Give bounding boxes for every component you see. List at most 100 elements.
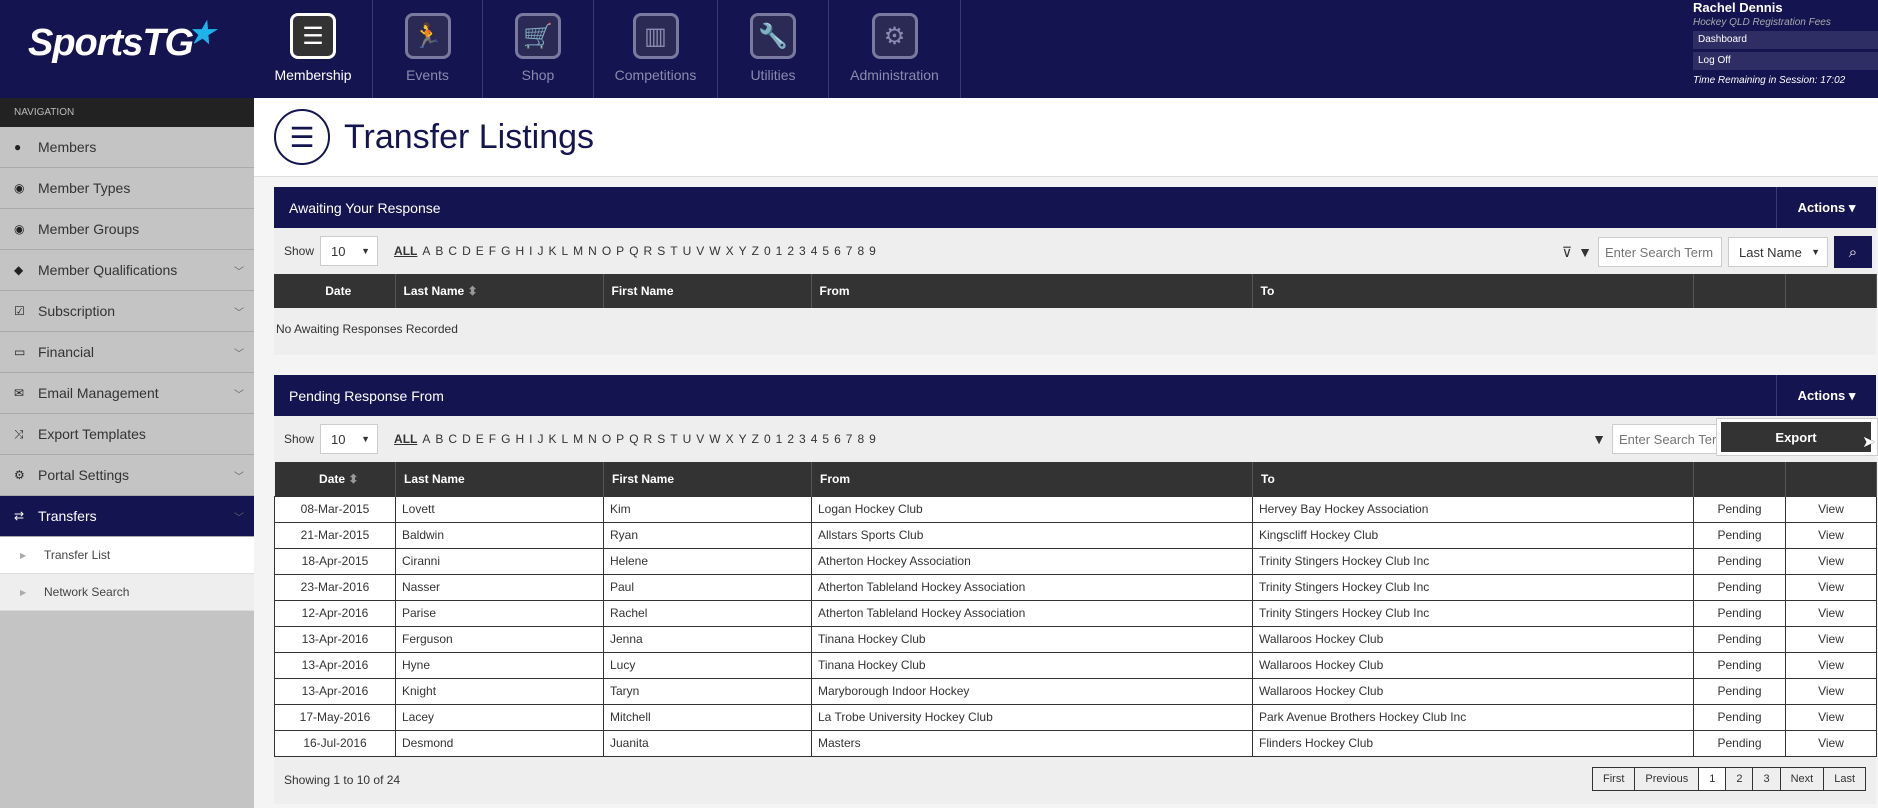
sidebar-item-transfers[interactable]: ⇄ Transfers ﹀: [0, 496, 254, 537]
letter-filter-item[interactable]: 0: [764, 432, 771, 446]
letter-filter-item[interactable]: P: [616, 432, 624, 446]
letter-filter-item[interactable]: V: [696, 432, 704, 446]
actions-button[interactable]: Actions ▾: [1776, 375, 1876, 416]
letter-filter-item[interactable]: H: [515, 244, 524, 258]
letter-filter-item[interactable]: 9: [869, 244, 876, 258]
filter-icon[interactable]: ▼: [1578, 244, 1592, 260]
letter-filter-item[interactable]: Q: [629, 244, 638, 258]
letter-filter-item[interactable]: D: [462, 432, 471, 446]
sidebar-subitem-network-search[interactable]: ▶ Network Search: [0, 574, 254, 611]
letter-filter-item[interactable]: H: [515, 432, 524, 446]
module-administration[interactable]: ⚙ Administration: [829, 0, 961, 98]
view-link[interactable]: View: [1785, 495, 1877, 523]
letter-filter-item[interactable]: 2: [787, 244, 794, 258]
module-membership[interactable]: ☰ Membership: [254, 0, 373, 98]
letter-filter-item[interactable]: S: [657, 244, 665, 258]
letter-filter-item[interactable]: N: [588, 244, 597, 258]
letter-filter-item[interactable]: 6: [834, 244, 841, 258]
letter-filter-item[interactable]: C: [448, 432, 457, 446]
letter-filter-item[interactable]: 2: [787, 432, 794, 446]
pager-2[interactable]: 2: [1726, 767, 1754, 790]
letter-filter-item[interactable]: R: [644, 244, 653, 258]
search-button[interactable]: ⌕: [1834, 236, 1872, 268]
pager-previous[interactable]: Previous: [1635, 767, 1700, 790]
letter-filter-item[interactable]: 3: [799, 432, 806, 446]
letter-filter-item[interactable]: 7: [846, 432, 853, 446]
letter-filter-item[interactable]: X: [726, 432, 734, 446]
pager-first[interactable]: First: [1593, 767, 1636, 790]
view-link[interactable]: View: [1785, 651, 1877, 679]
column-header[interactable]: Date ⬍: [274, 462, 396, 496]
letter-filter-item[interactable]: 8: [857, 432, 864, 446]
letter-filter-item[interactable]: B: [435, 244, 443, 258]
letter-filter-item[interactable]: 6: [834, 432, 841, 446]
letter-filter-item[interactable]: J: [537, 432, 543, 446]
letter-filter-item[interactable]: Q: [629, 432, 638, 446]
column-header[interactable]: Last Name: [395, 462, 604, 496]
letter-filter-item[interactable]: 5: [822, 432, 829, 446]
letter-filter-item[interactable]: 4: [811, 244, 818, 258]
sidebar-item-member-groups[interactable]: ◉ Member Groups: [0, 209, 254, 250]
actions-button[interactable]: Actions ▾: [1776, 187, 1876, 228]
letter-filter-item[interactable]: O: [602, 432, 611, 446]
pager-next[interactable]: Next: [1780, 767, 1825, 790]
sidebar-item-members[interactable]: ● Members: [0, 127, 254, 168]
view-link[interactable]: View: [1785, 677, 1877, 705]
letter-filter-item[interactable]: J: [537, 244, 543, 258]
module-shop[interactable]: 🛒 Shop: [483, 0, 594, 98]
sidebar-item-subscription[interactable]: ☑ Subscription ﹀: [0, 291, 254, 332]
letter-filter-item[interactable]: L: [561, 432, 568, 446]
letter-filter-item[interactable]: F: [489, 244, 496, 258]
letter-filter-item[interactable]: W: [709, 244, 720, 258]
module-competitions[interactable]: ▥ Competitions: [594, 0, 718, 98]
letter-filter-item[interactable]: 4: [811, 432, 818, 446]
sidebar-item-financial[interactable]: ▭ Financial ﹀: [0, 332, 254, 373]
letter-filter-item[interactable]: U: [683, 432, 692, 446]
view-link[interactable]: View: [1785, 703, 1877, 731]
column-header[interactable]: From: [811, 462, 1253, 496]
view-link[interactable]: View: [1785, 573, 1877, 601]
sidebar-item-member-qualifications[interactable]: ◆ Member Qualifications ﹀: [0, 250, 254, 291]
view-link[interactable]: View: [1785, 729, 1877, 757]
letter-filter-item[interactable]: P: [616, 244, 624, 258]
letter-filter-item[interactable]: W: [709, 432, 720, 446]
sportstg-logo[interactable]: SportsTG ★: [28, 17, 228, 72]
search-field-select[interactable]: Last Name ▼: [1728, 237, 1828, 267]
letter-filter-item[interactable]: I: [529, 244, 532, 258]
column-header[interactable]: First Name: [603, 274, 812, 308]
column-header[interactable]: To: [1252, 274, 1694, 308]
letter-filter-all[interactable]: ALL: [394, 244, 417, 258]
export-menu-item[interactable]: Export: [1721, 422, 1871, 452]
dashboard-link[interactable]: Dashboard: [1693, 31, 1878, 49]
letter-filter-item[interactable]: 1: [776, 432, 783, 446]
letter-filter-item[interactable]: S: [657, 432, 665, 446]
letter-filter-item[interactable]: T: [670, 432, 677, 446]
letter-filter-item[interactable]: F: [489, 432, 496, 446]
letter-filter-item[interactable]: M: [573, 244, 583, 258]
sidebar-item-export-templates[interactable]: ⤨ Export Templates: [0, 414, 254, 455]
letter-filter-item[interactable]: B: [435, 432, 443, 446]
sidebar-item-portal-settings[interactable]: ⚙ Portal Settings ﹀: [0, 455, 254, 496]
logoff-link[interactable]: Log Off: [1693, 52, 1878, 70]
letter-filter-item[interactable]: E: [476, 244, 484, 258]
letter-filter-item[interactable]: E: [476, 432, 484, 446]
letter-filter-item[interactable]: 7: [846, 244, 853, 258]
letter-filter-item[interactable]: Y: [739, 244, 747, 258]
letter-filter-item[interactable]: Z: [752, 432, 759, 446]
letter-filter-item[interactable]: U: [683, 244, 692, 258]
letter-filter-item[interactable]: 8: [857, 244, 864, 258]
letter-filter-item[interactable]: 9: [869, 432, 876, 446]
letter-filter-item[interactable]: Y: [739, 432, 747, 446]
pager-1[interactable]: 1: [1699, 767, 1727, 790]
sidebar-item-member-types[interactable]: ◉ Member Types: [0, 168, 254, 209]
sidebar-subitem-transfer-list[interactable]: ▶ Transfer List: [0, 537, 254, 574]
filter-icon[interactable]: ▼: [1592, 431, 1606, 447]
letter-filter-item[interactable]: K: [548, 244, 556, 258]
column-header[interactable]: Date: [274, 274, 396, 308]
letter-filter-item[interactable]: 5: [822, 244, 829, 258]
view-link[interactable]: View: [1785, 547, 1877, 575]
letter-filter-item[interactable]: Z: [752, 244, 759, 258]
letter-filter-item[interactable]: 1: [776, 244, 783, 258]
letter-filter-item[interactable]: V: [696, 244, 704, 258]
letter-filter-item[interactable]: A: [422, 244, 430, 258]
